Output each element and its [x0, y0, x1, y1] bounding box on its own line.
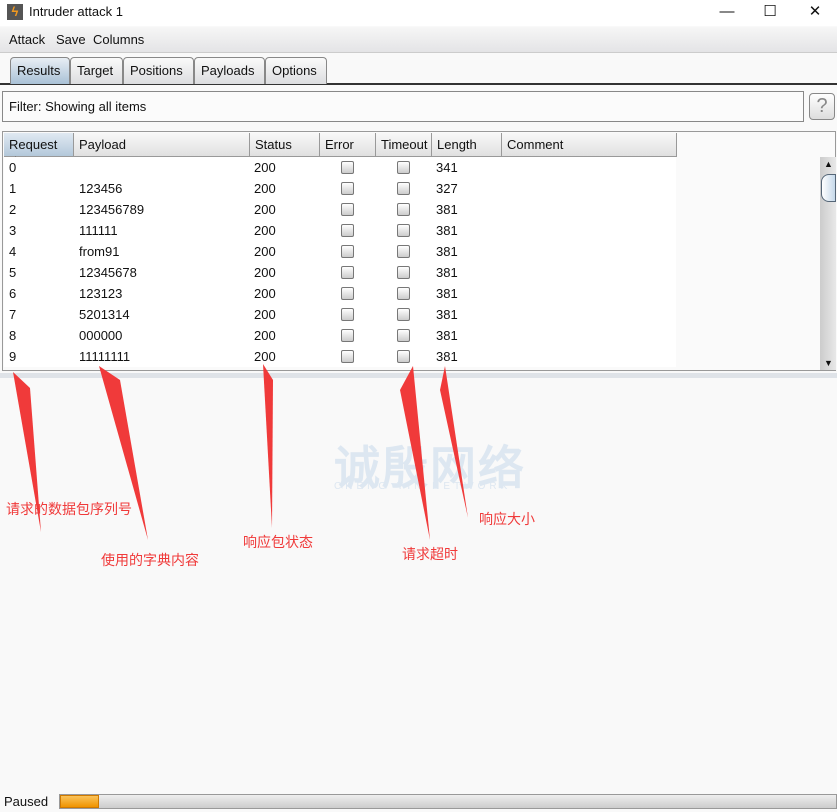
progress-bar: [59, 794, 837, 809]
arrow-icon: [400, 366, 430, 540]
annotation-length: 响应大小: [479, 511, 535, 527]
progress-fill: [60, 795, 99, 808]
annotation-status: 响应包状态: [243, 534, 313, 550]
annotation-timeout: 请求超时: [402, 546, 458, 562]
status-text: Paused: [4, 794, 49, 809]
annotation-payload: 使用的字典内容: [101, 552, 199, 568]
arrow-icon: [440, 366, 468, 518]
annotation-arrows: [13, 364, 468, 540]
annotation-request: 请求的数据包序列号: [6, 501, 132, 517]
arrow-icon: [263, 364, 273, 528]
